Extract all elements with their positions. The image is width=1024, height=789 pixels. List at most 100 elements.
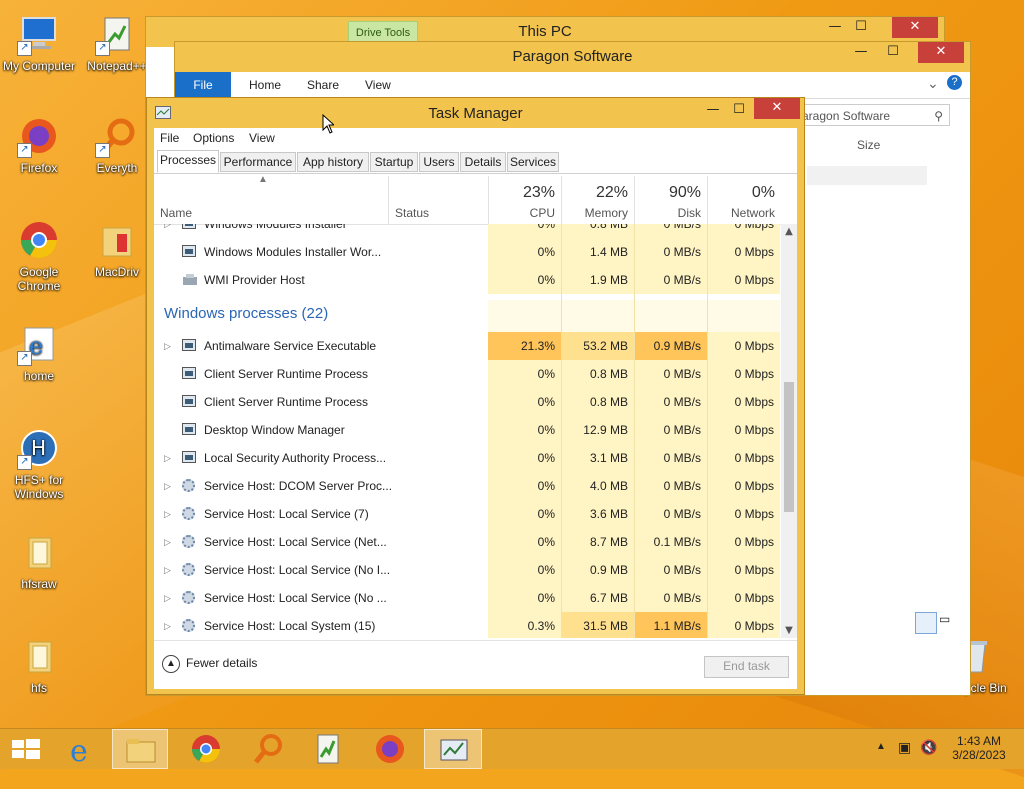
taskbar-internet-explorer[interactable]: e <box>56 729 112 769</box>
vertical-scrollbar[interactable]: ▲ ▼ <box>781 224 797 638</box>
table-row[interactable]: ▷ Service Host: Local System (15) 0.3% 3… <box>154 612 781 638</box>
sort-up-icon: ▲ <box>258 174 268 185</box>
maximize-button[interactable]: ☐ <box>880 42 906 63</box>
tab-home[interactable]: Home <box>249 78 281 92</box>
taskbar: e ▲ ▣ 🔇 1:43 AM 3/28/2023 <box>0 728 1024 769</box>
search-box[interactable]: aragon Software ⚲ <box>795 104 950 126</box>
table-row[interactable]: Client Server Runtime Process 0% 0.8 MB … <box>154 360 781 388</box>
scroll-down-icon[interactable]: ▼ <box>783 625 795 636</box>
table-row[interactable]: Windows Modules Installer Wor... 0% 1.4 … <box>154 238 781 266</box>
scroll-up-icon[interactable]: ▲ <box>783 226 795 237</box>
table-row[interactable]: ▷ Windows Modules Installer 0% 0.8 MB 0 … <box>154 224 781 238</box>
hfs-app-icon: H ↗ <box>17 426 61 470</box>
menu-file[interactable]: File <box>160 131 179 145</box>
search-icon: ⚲ <box>934 109 943 123</box>
expand-icon[interactable]: ▷ <box>164 472 171 500</box>
magnifier-icon: ↗ <box>95 114 139 158</box>
table-row[interactable]: Desktop Window Manager 0% 12.9 MB 0 MB/s… <box>154 416 781 444</box>
title-bar[interactable]: Paragon Software — ☐ ✕ <box>175 42 970 72</box>
expand-icon[interactable]: ▷ <box>164 556 171 584</box>
svg-text:H: H <box>31 436 46 460</box>
tab-users[interactable]: Users <box>419 152 459 172</box>
desktop-icon-chrome[interactable]: Google Chrome <box>0 218 78 293</box>
chevron-up-icon: ▲ <box>162 655 180 673</box>
minimize-button[interactable]: — <box>848 42 874 63</box>
minimize-button[interactable]: — <box>700 100 726 121</box>
expand-icon[interactable]: ▷ <box>164 500 171 528</box>
table-row[interactable]: Client Server Runtime Process 0% 0.8 MB … <box>154 388 781 416</box>
task-manager-window[interactable]: Task Manager — ☐ ✕ File Options View Pro… <box>146 97 805 695</box>
tab-details[interactable]: Details <box>460 152 506 172</box>
tab-file[interactable]: File <box>175 72 231 98</box>
expand-icon[interactable]: ▷ <box>164 224 171 238</box>
table-row[interactable]: ▷ Service Host: Local Service (No ... 0%… <box>154 584 781 612</box>
fewer-details-button[interactable]: ▲ Fewer details <box>162 655 257 673</box>
tab-performance[interactable]: Performance <box>220 152 296 172</box>
clock[interactable]: 1:43 AM 3/28/2023 <box>944 729 1014 769</box>
tab-app-history[interactable]: App history <box>297 152 369 172</box>
taskbar-everything[interactable] <box>240 729 296 769</box>
desktop-icon-hfs[interactable]: hfs <box>0 634 78 695</box>
folder-icon <box>17 634 61 678</box>
taskbar-chrome[interactable] <box>178 729 234 769</box>
desktop-icon-hfs-for-windows[interactable]: H ↗ HFS+ for Windows <box>0 426 78 501</box>
scrollbar-thumb[interactable] <box>784 382 794 512</box>
volume-muted-icon[interactable]: 🔇 <box>920 739 937 756</box>
taskbar-firefox[interactable] <box>362 729 418 769</box>
table-row[interactable]: ▷ Service Host: DCOM Server Proc... 0% 4… <box>154 472 781 500</box>
desktop-icon-home[interactable]: e ↗ home <box>0 322 78 383</box>
minimize-button[interactable]: — <box>822 17 848 38</box>
taskbar-file-explorer[interactable] <box>112 729 168 769</box>
tab-processes[interactable]: Processes <box>157 150 219 173</box>
close-button[interactable]: ✕ <box>754 98 800 119</box>
table-row[interactable]: ▷ Service Host: Local Service (No I... 0… <box>154 556 781 584</box>
taskbar-task-manager[interactable] <box>424 729 482 769</box>
end-task-button[interactable]: End task <box>704 656 789 678</box>
desktop-icon-my-computer[interactable]: ↗ My Computer <box>0 12 78 73</box>
maximize-button[interactable]: ☐ <box>848 17 874 38</box>
tab-services[interactable]: Services <box>507 152 559 172</box>
desktop-icon-hfsraw[interactable]: hfsraw <box>0 530 78 591</box>
table-row[interactable]: ▷ Local Security Authority Process... 0%… <box>154 444 781 472</box>
column-disk[interactable]: 90% Disk <box>634 176 707 224</box>
process-icon <box>182 367 196 379</box>
process-icon <box>182 423 196 435</box>
maximize-button[interactable]: ☐ <box>726 100 752 121</box>
column-memory[interactable]: 22% Memory <box>561 176 634 224</box>
close-button[interactable]: ✕ <box>918 42 964 63</box>
desktop-icon-firefox[interactable]: ↗ Firefox <box>0 114 78 175</box>
gear-icon <box>182 619 195 632</box>
details-view-icon[interactable] <box>915 612 937 634</box>
column-name[interactable]: ▲ Name <box>154 174 388 224</box>
tab-share[interactable]: Share <box>307 78 339 92</box>
table-row[interactable]: ▷ Service Host: Local Service (7) 0% 3.6… <box>154 500 781 528</box>
expand-icon[interactable]: ▷ <box>164 528 171 556</box>
large-icons-view-icon[interactable]: ▭ <box>939 612 957 630</box>
network-icon[interactable]: ▣ <box>898 739 911 756</box>
mouse-cursor-icon <box>322 113 336 134</box>
table-row[interactable]: ▷ Antimalware Service Executable 21.3% 5… <box>154 332 781 360</box>
chevron-down-icon[interactable]: ⌄ <box>927 75 939 92</box>
column-network[interactable]: 0% Network <box>707 176 781 224</box>
expand-icon[interactable]: ▷ <box>164 612 171 638</box>
table-row[interactable]: WMI Provider Host 0% 1.9 MB 0 MB/s 0 Mbp… <box>154 266 781 294</box>
list-row[interactable] <box>807 166 927 185</box>
column-size[interactable]: Size <box>857 138 880 152</box>
expand-icon[interactable]: ▷ <box>164 444 171 472</box>
help-icon[interactable]: ? <box>947 75 962 90</box>
tab-view[interactable]: View <box>365 78 391 92</box>
show-hidden-icons-icon[interactable]: ▲ <box>876 741 886 752</box>
task-manager-content: File Options View Processes Performance … <box>154 128 797 689</box>
close-button[interactable]: ✕ <box>892 17 938 38</box>
column-status[interactable]: Status <box>388 176 488 224</box>
expand-icon[interactable]: ▷ <box>164 332 171 360</box>
column-cpu[interactable]: 23% CPU <box>488 176 561 224</box>
taskbar-notepad[interactable] <box>300 729 356 769</box>
menu-options[interactable]: Options <box>193 131 234 145</box>
menu-view[interactable]: View <box>249 131 275 145</box>
table-row[interactable]: ▷ Service Host: Local Service (Net... 0%… <box>154 528 781 556</box>
expand-icon[interactable]: ▷ <box>164 584 171 612</box>
group-header[interactable]: Windows processes (22) <box>154 300 781 332</box>
tab-startup[interactable]: Startup <box>370 152 418 172</box>
start-button[interactable] <box>0 729 56 769</box>
